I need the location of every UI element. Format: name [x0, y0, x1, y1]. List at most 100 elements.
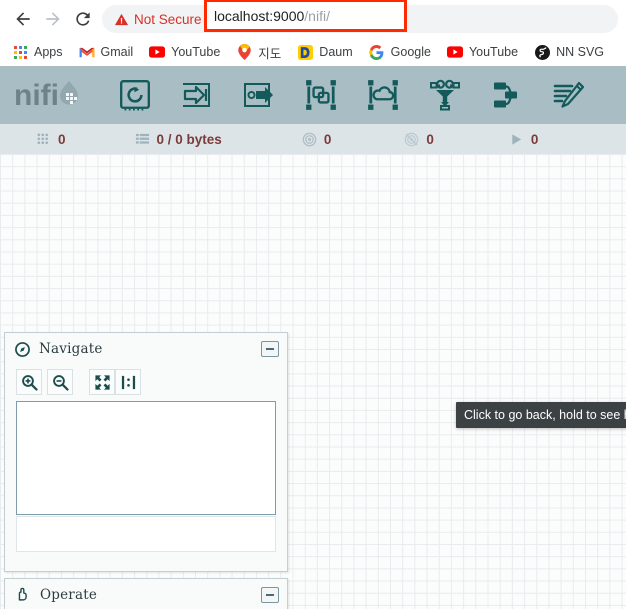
security-indicator[interactable]: Not Secure	[114, 12, 202, 27]
output-port-icon	[244, 83, 273, 107]
nifi-wordmark-icon: nifi	[14, 79, 78, 112]
queue-icon	[135, 132, 150, 147]
status-queued: 0 / 0 bytes	[135, 132, 222, 147]
google-g-icon	[369, 44, 385, 60]
zoom-fit-button[interactable]	[89, 369, 115, 395]
bookmark-label: Google	[390, 45, 431, 59]
nifi-logo[interactable]: nifi	[14, 77, 80, 113]
funnel-icon	[430, 79, 460, 111]
flow-canvas[interactable]: Navigate Operate Click to go back, hold …	[0, 154, 626, 609]
navigate-panel-header: Navigate	[5, 333, 287, 365]
reload-icon	[76, 12, 90, 26]
nifi-header-toolbar: nifi	[0, 66, 626, 124]
bookmark-youtube-1[interactable]: YouTube	[149, 42, 228, 62]
navigate-minimap-footer	[16, 516, 276, 552]
bookmark-label: Gmail	[100, 45, 134, 59]
status-transmitting: 0	[302, 131, 332, 147]
status-value: 0	[323, 131, 332, 147]
template-tool[interactable]	[476, 73, 538, 117]
zoom-out-icon	[52, 374, 69, 391]
zoom-in-button[interactable]	[16, 369, 42, 395]
remote-process-group-icon	[368, 80, 398, 110]
gmail-icon	[79, 44, 95, 60]
bookmark-label: 지도	[258, 46, 282, 61]
navigate-zoom-toolbar	[5, 365, 287, 401]
bookmark-google[interactable]: Google	[369, 42, 439, 62]
operate-panel-title: Operate	[40, 587, 98, 603]
input-port-icon	[183, 83, 210, 107]
browser-nav-row: Not Secure localhost:9000/nifi/	[0, 0, 626, 38]
url-host: localhost:9000	[214, 7, 305, 24]
arrow-left-icon	[16, 12, 30, 26]
input-port-tool[interactable]	[166, 73, 228, 117]
bookmark-daum[interactable]: Daum	[297, 42, 360, 62]
output-port-tool[interactable]	[228, 73, 290, 117]
youtube-icon	[149, 44, 166, 60]
tooltip-text: Click to go back, hold to see his	[464, 408, 626, 422]
bookmarks-bar: Apps Gmail YouTube 지도 Daum Google YouTub…	[0, 38, 626, 66]
transmitting-icon	[302, 132, 317, 147]
operate-panel: Operate NiFi Flow Proc	[4, 578, 288, 609]
bookmark-label: YouTube	[171, 45, 221, 59]
warning-triangle-icon	[114, 13, 129, 25]
youtube-icon	[446, 44, 463, 60]
omnibox[interactable]: Not Secure localhost:9000/nifi/	[102, 0, 618, 33]
bookmark-nn-svg[interactable]: NN SVG	[534, 42, 612, 62]
bookmark-label: Apps	[34, 45, 63, 59]
bookmark-apps[interactable]: Apps	[12, 42, 71, 62]
forward-button[interactable]	[38, 4, 68, 34]
status-running: 0	[509, 131, 539, 147]
maps-pin-icon	[236, 44, 252, 60]
navigate-panel: Navigate	[4, 332, 288, 572]
funnel-tool[interactable]	[414, 73, 476, 117]
navigate-collapse-button[interactable]	[261, 341, 279, 357]
back-button[interactable]	[8, 4, 38, 34]
fit-screen-icon	[94, 374, 110, 390]
svg-text:nifi: nifi	[14, 79, 59, 112]
processor-tool[interactable]	[104, 73, 166, 117]
daum-icon	[297, 44, 313, 60]
label-tool[interactable]	[538, 73, 600, 117]
process-group-tool[interactable]	[290, 73, 352, 117]
status-not-transmitting: 0	[404, 132, 434, 147]
process-group-icon	[306, 80, 336, 110]
navigate-panel-title: Navigate	[39, 341, 103, 357]
browser-chrome: Not Secure localhost:9000/nifi/ Apps Gma…	[0, 0, 626, 66]
bookmark-label: Daum	[319, 45, 353, 59]
status-value: 0	[530, 131, 539, 147]
nifi-status-bar: 0 0 / 0 bytes 0 0 0	[0, 124, 626, 154]
url-highlight-box: localhost:9000/nifi/	[204, 0, 407, 32]
zoom-actual-size-button[interactable]	[115, 369, 141, 395]
operate-panel-header: Operate	[5, 579, 287, 609]
bookmark-label: YouTube	[468, 45, 519, 59]
globe-icon	[534, 44, 550, 60]
arrow-right-icon	[46, 12, 60, 26]
operate-collapse-button[interactable]	[261, 587, 279, 603]
zoom-in-icon	[21, 374, 38, 391]
template-icon	[494, 82, 517, 108]
status-value: 0	[58, 131, 66, 147]
compass-icon	[15, 341, 30, 357]
status-active-threads: 0	[36, 132, 66, 147]
navigate-minimap[interactable]	[16, 401, 276, 515]
bookmark-gmail[interactable]: Gmail	[79, 42, 142, 62]
bookmark-maps[interactable]: 지도	[236, 41, 289, 64]
actual-size-icon	[121, 375, 135, 389]
zoom-out-button[interactable]	[47, 369, 73, 395]
security-label: Not Secure	[134, 11, 202, 27]
status-value: 0	[426, 131, 434, 147]
play-icon	[509, 132, 524, 147]
hand-pointer-icon	[15, 587, 31, 603]
not-transmitting-icon	[404, 132, 419, 147]
status-value: 0 / 0 bytes	[156, 131, 222, 147]
bookmark-youtube-2[interactable]: YouTube	[446, 42, 526, 62]
bookmark-label: NN SVG	[556, 45, 605, 59]
reload-button[interactable]	[68, 4, 98, 34]
processor-icon	[120, 80, 150, 111]
url-path: /nifi/	[304, 7, 330, 24]
back-button-tooltip: Click to go back, hold to see his	[456, 402, 626, 428]
apps-grid-icon	[12, 44, 28, 60]
remote-process-group-tool[interactable]	[352, 73, 414, 117]
url-text: localhost:9000/nifi/	[214, 8, 330, 24]
label-icon	[553, 81, 585, 108]
